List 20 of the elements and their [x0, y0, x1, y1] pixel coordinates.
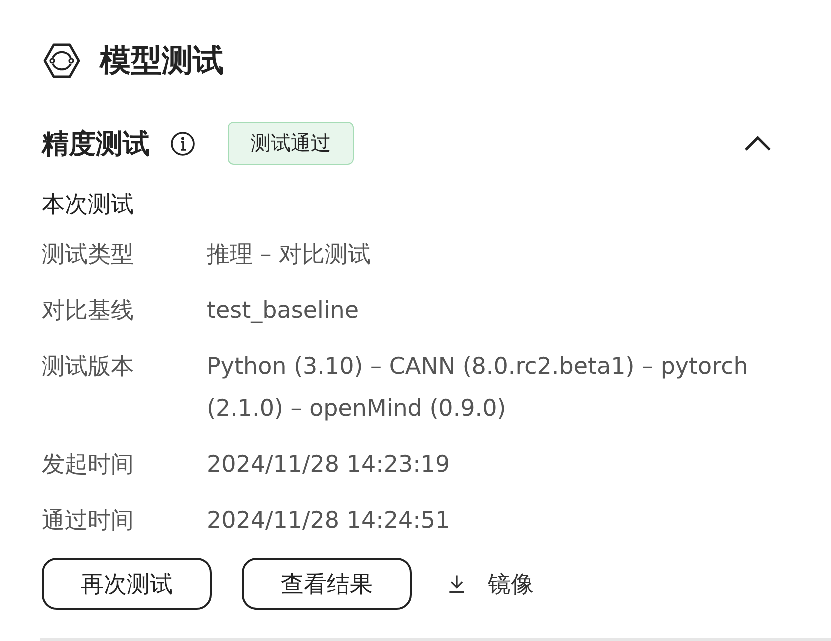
field-label: 通过时间 [42, 507, 135, 536]
action-button[interactable]: 再次测试 [42, 558, 212, 610]
action-button[interactable]: 查看结果 [242, 558, 412, 610]
field-value: 推理 – 对比测试 [207, 241, 372, 270]
page-title: 模型测试 [100, 42, 224, 81]
info-icon[interactable] [170, 130, 196, 156]
download-link[interactable]: 镜像 [446, 568, 534, 600]
field-label: 对比基线 [42, 297, 135, 326]
field-label: 测试版本 [42, 353, 135, 382]
field-value: 2024/11/28 14:23:19 [207, 451, 452, 480]
field-value: test_baseline [207, 297, 360, 326]
field-value: Python (3.10) – CANN (8.0.rc2.beta1) – pytorch (2.1.0) – openMind (0.9.0) [207, 353, 750, 424]
hexagon-icon [42, 41, 82, 81]
subheading: 本次测试 [42, 191, 135, 220]
field-label: 测试类型 [42, 241, 135, 270]
chevron-icon[interactable] [744, 134, 772, 152]
status-badge: 测试通过 [228, 122, 354, 165]
section-title: 精度测试 [42, 128, 150, 162]
field-label: 发起时间 [42, 451, 135, 480]
field-value: 2024/11/28 14:24:51 [207, 507, 452, 536]
